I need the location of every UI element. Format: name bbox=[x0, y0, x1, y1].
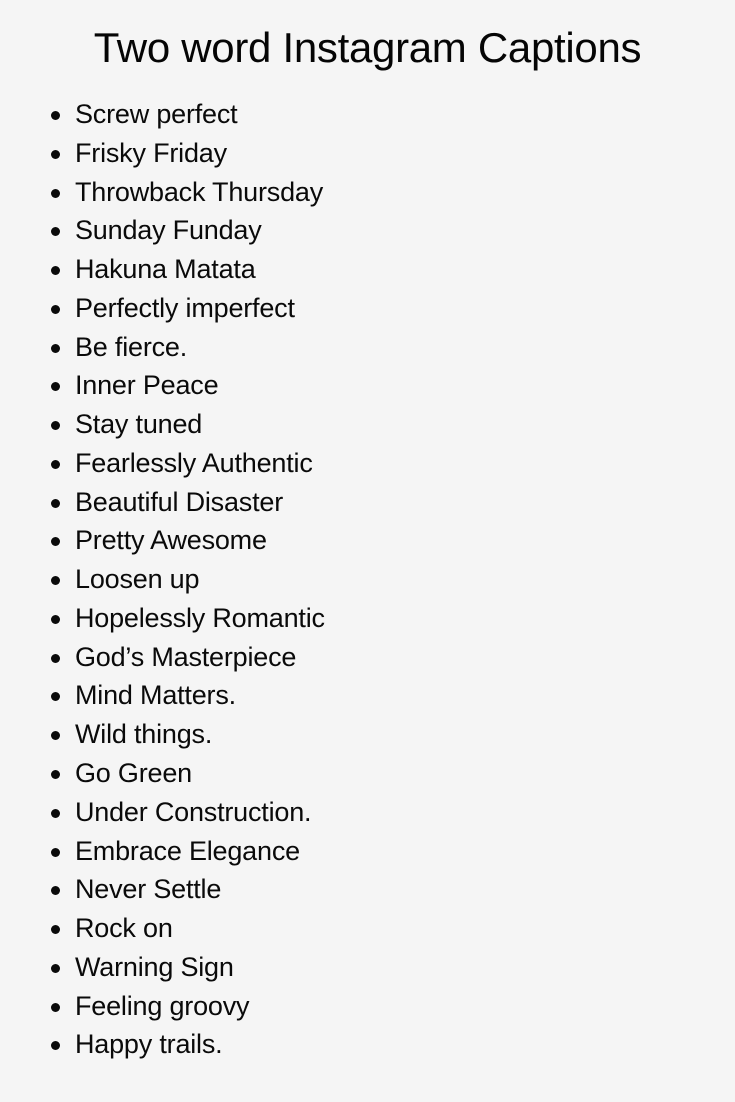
caption-list-item: Hakuna Matata bbox=[0, 250, 325, 289]
bullet-icon bbox=[51, 576, 60, 586]
caption-list-item: Loosen up bbox=[0, 560, 325, 599]
caption-list-item: Go Green bbox=[0, 754, 325, 793]
caption-list-item: Screw perfect bbox=[0, 95, 325, 134]
caption-text: Stay tuned bbox=[75, 409, 203, 440]
bullet-icon bbox=[51, 227, 60, 237]
caption-list-item: Sunday Funday bbox=[0, 211, 325, 250]
bullet-icon bbox=[51, 808, 60, 818]
bullet-icon bbox=[51, 1002, 60, 1012]
caption-text: Embrace Elegance bbox=[75, 835, 300, 866]
bullet-icon bbox=[51, 498, 60, 508]
caption-list-item: Be fierce. bbox=[0, 328, 325, 367]
caption-list-item: Beautiful Disaster bbox=[0, 483, 325, 522]
caption-list-item: Never Settle bbox=[0, 870, 325, 909]
caption-text: Loosen up bbox=[75, 564, 200, 595]
bullet-icon bbox=[51, 266, 60, 276]
caption-list-item: Perfectly imperfect bbox=[0, 289, 325, 328]
bullet-icon bbox=[51, 692, 60, 702]
caption-text: Warning Sign bbox=[75, 951, 234, 982]
caption-text: Feeling groovy bbox=[75, 990, 250, 1021]
caption-text: God’s Masterpiece bbox=[75, 641, 297, 672]
caption-text: Mind Matters. bbox=[75, 680, 236, 711]
caption-list-item: Embrace Elegance bbox=[0, 832, 325, 871]
bullet-icon bbox=[51, 614, 60, 624]
bullet-icon bbox=[51, 537, 60, 547]
bullet-icon bbox=[51, 421, 60, 431]
bullet-icon bbox=[51, 1041, 60, 1051]
caption-list-item: Fearlessly Authentic bbox=[0, 444, 325, 483]
caption-list: Screw perfect Frisky Friday Throwback Thur… bbox=[0, 95, 325, 1064]
bullet-icon bbox=[51, 653, 60, 663]
bullet-icon bbox=[51, 886, 60, 896]
caption-text: Under Construction. bbox=[75, 796, 312, 827]
caption-list-item: Frisky Friday bbox=[0, 134, 325, 173]
bullet-icon bbox=[51, 925, 60, 935]
bullet-icon bbox=[51, 459, 60, 469]
caption-text: Never Settle bbox=[75, 874, 222, 905]
caption-list-item: Inner Peace bbox=[0, 366, 325, 405]
caption-list-item: Under Construction. bbox=[0, 793, 325, 832]
bullet-icon bbox=[51, 731, 60, 741]
bullet-icon bbox=[51, 188, 60, 198]
caption-list-item: Hopelessly Romantic bbox=[0, 599, 325, 638]
page-title: Two word Instagram Captions bbox=[93, 24, 642, 71]
caption-list-item: Stay tuned bbox=[0, 405, 325, 444]
caption-text: Screw perfect bbox=[75, 99, 238, 129]
caption-list-item: God’s Masterpiece bbox=[0, 638, 325, 677]
caption-text: Wild things. bbox=[75, 719, 213, 750]
bullet-icon bbox=[51, 111, 60, 120]
caption-text: Sunday Funday bbox=[75, 215, 262, 246]
caption-list-item: Wild things. bbox=[0, 715, 325, 754]
caption-text: Hopelessly Romantic bbox=[75, 602, 325, 633]
caption-list-item: Pretty Awesome bbox=[0, 521, 325, 560]
caption-text: Perfectly imperfect bbox=[75, 292, 295, 323]
bullet-icon bbox=[51, 343, 60, 353]
caption-text: Fearlessly Authentic bbox=[75, 447, 313, 478]
bullet-icon bbox=[51, 382, 60, 392]
caption-text: Frisky Friday bbox=[75, 137, 227, 168]
bullet-icon bbox=[51, 304, 60, 314]
caption-text: Inner Peace bbox=[75, 370, 219, 401]
caption-text: Throwback Thursday bbox=[75, 176, 324, 207]
caption-text: Beautiful Disaster bbox=[75, 486, 283, 517]
caption-list-item: Mind Matters. bbox=[0, 676, 325, 715]
caption-text: Pretty Awesome bbox=[75, 525, 267, 556]
caption-text: Rock on bbox=[75, 913, 173, 944]
caption-list-item: Happy trails. bbox=[0, 1025, 325, 1064]
caption-list-item: Warning Sign bbox=[0, 948, 325, 987]
caption-text: Happy trails. bbox=[75, 1029, 223, 1060]
bullet-icon bbox=[51, 847, 60, 857]
bullet-icon bbox=[51, 149, 60, 159]
caption-list-item: Rock on bbox=[0, 909, 325, 948]
caption-text: Hakuna Matata bbox=[75, 254, 256, 285]
bullet-icon bbox=[51, 963, 60, 973]
caption-text: Be fierce. bbox=[75, 331, 188, 362]
caption-text: Go Green bbox=[75, 758, 192, 789]
caption-list-item: Feeling groovy bbox=[0, 987, 325, 1026]
bullet-icon bbox=[51, 770, 60, 780]
caption-list-item: Throwback Thursday bbox=[0, 173, 325, 212]
